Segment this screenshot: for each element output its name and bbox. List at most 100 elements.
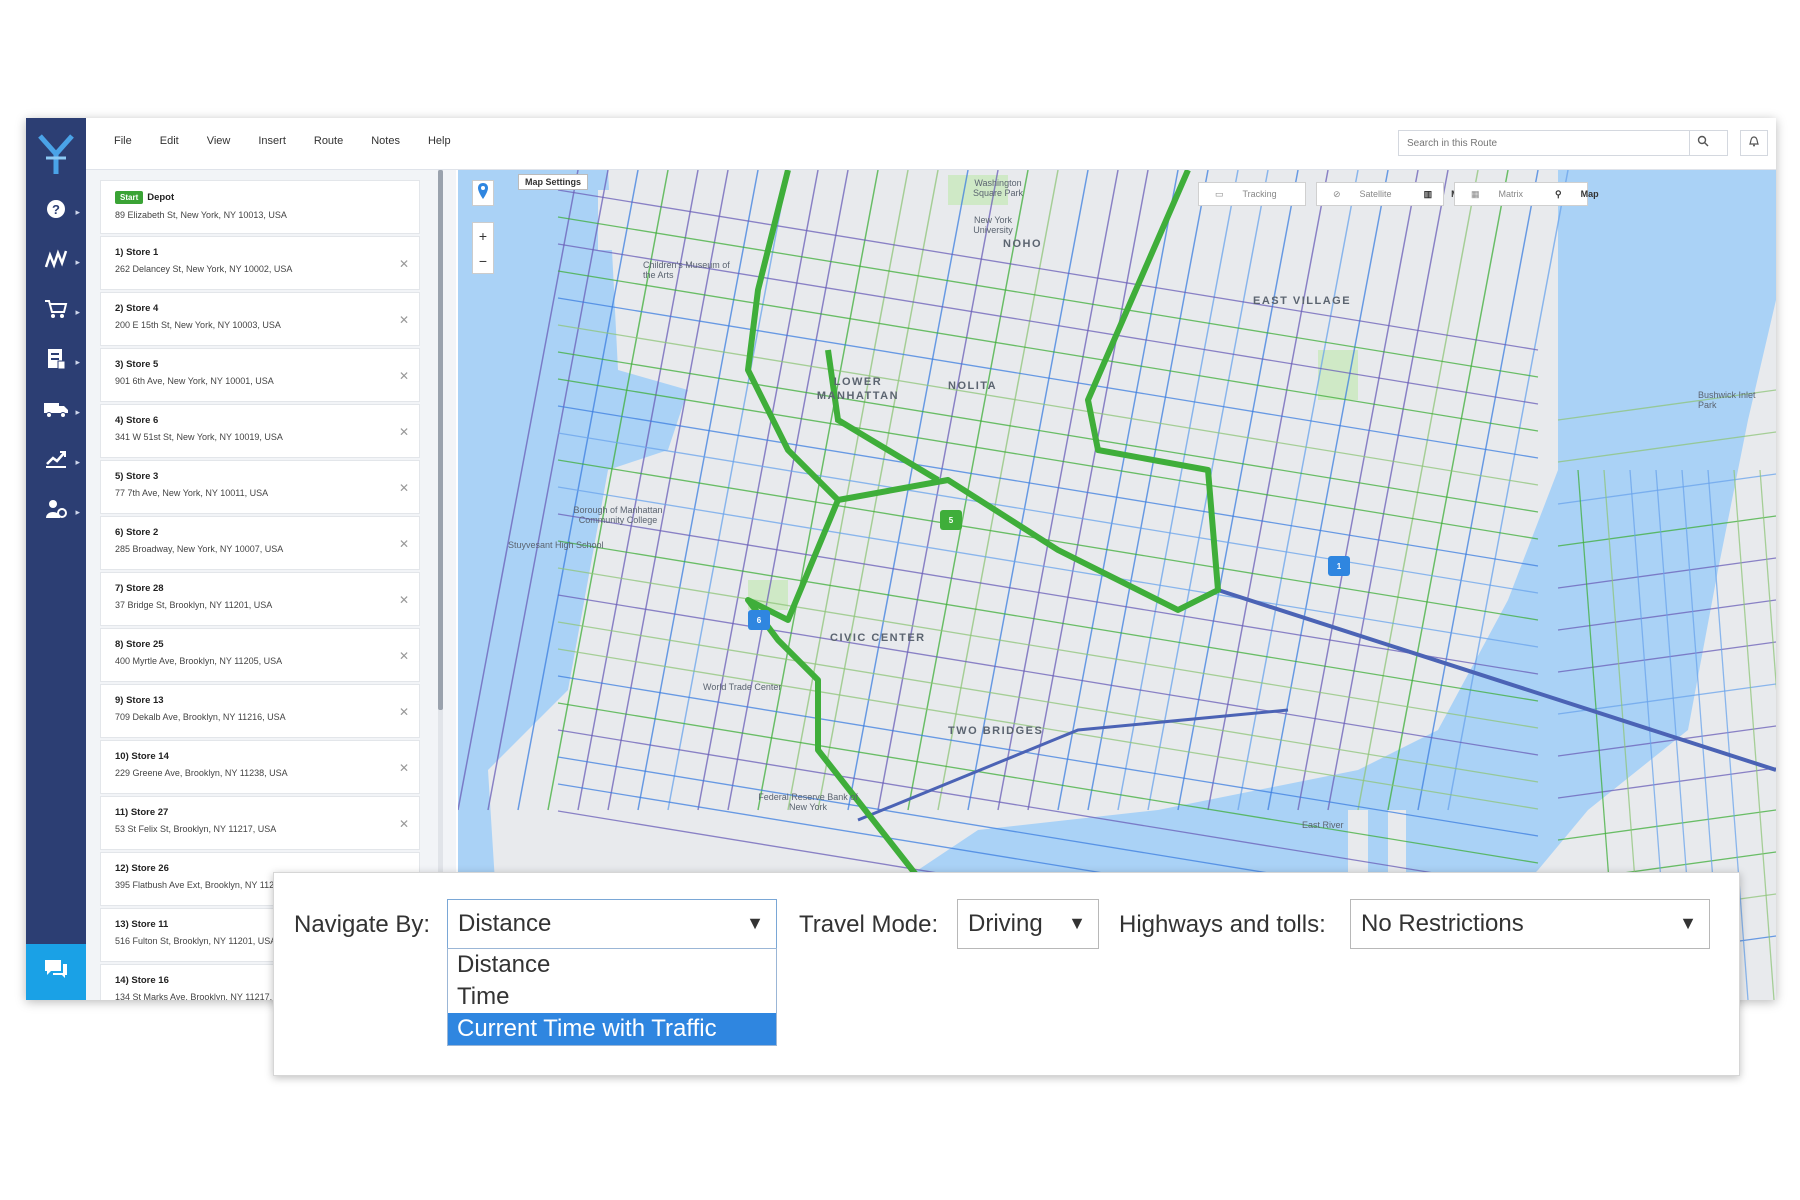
map-label-east-river: East River [1302, 820, 1344, 830]
tracking-toggle[interactable]: ▭ Tracking [1198, 182, 1306, 206]
remove-stop-icon[interactable]: ✕ [399, 817, 409, 831]
map-label-nolita: NOLITA [948, 380, 998, 392]
remove-stop-icon[interactable]: ✕ [399, 705, 409, 719]
analytics-icon [44, 449, 68, 475]
menu-file[interactable]: File [114, 135, 132, 147]
caret-icon: ▸ [75, 406, 80, 417]
stop-card[interactable]: 5) Store 3 77 7th Ave, New York, NY 1001… [100, 460, 420, 514]
tracking-icon: ▭ [1215, 188, 1224, 199]
route-marker[interactable]: 1 [1328, 556, 1350, 576]
stop-title: 10) Store 14 [115, 751, 169, 762]
cart-icon [44, 299, 68, 325]
remove-stop-icon[interactable]: ✕ [399, 593, 409, 607]
stop-card[interactable]: 3) Store 5 901 6th Ave, New York, NY 100… [100, 348, 420, 402]
stop-card[interactable]: 1) Store 1 262 Delancey St, New York, NY… [100, 236, 420, 290]
drop-pin-button[interactable] [472, 180, 494, 206]
highways-tolls-select[interactable]: No Restrictions ▼ [1350, 899, 1710, 949]
map-label-noho: NOHO [1003, 238, 1042, 250]
remove-stop-icon[interactable]: ✕ [399, 649, 409, 663]
stop-card[interactable]: 7) Store 28 37 Bridge St, Brooklyn, NY 1… [100, 572, 420, 626]
park [1318, 350, 1358, 400]
stop-card[interactable]: 11) Store 27 53 St Felix St, Brooklyn, N… [100, 796, 420, 850]
matrix-button[interactable]: ▦ Matrix [1455, 189, 1539, 200]
zoom-control: + − [472, 222, 494, 274]
stop-card[interactable]: 4) Store 6 341 W 51st St, New York, NY 1… [100, 404, 420, 458]
notifications-button[interactable] [1740, 130, 1768, 156]
stop-title: Start Depot [115, 191, 405, 204]
route-search-input[interactable] [1399, 131, 1689, 155]
stop-card[interactable]: 6) Store 2 285 Broadway, New York, NY 10… [100, 516, 420, 570]
help-icon: ? [46, 199, 66, 225]
stop-card-depot[interactable]: Start Depot 89 Elizabeth St, New York, N… [100, 180, 420, 234]
stop-card[interactable]: 8) Store 25 400 Myrtle Ave, Brooklyn, NY… [100, 628, 420, 682]
navigate-by-label: Navigate By: [294, 911, 431, 938]
stop-title: 1) Store 1 [115, 247, 159, 258]
app-window: ? ▸ ▸ ▸ ▸ ▸ ▸ ▸ File Edit View Insert Ro… [26, 118, 1776, 1000]
menu-route[interactable]: Route [314, 135, 343, 147]
tracking-toggle-label: ▭ Tracking [1199, 189, 1293, 200]
remove-stop-icon[interactable]: ✕ [399, 481, 409, 495]
stop-card[interactable]: 9) Store 13 709 Dekalb Ave, Brooklyn, NY… [100, 684, 420, 738]
map-pin-icon [478, 182, 488, 204]
remove-stop-icon[interactable]: ✕ [399, 369, 409, 383]
remove-stop-icon[interactable]: ✕ [399, 257, 409, 271]
search-button[interactable] [1689, 131, 1715, 155]
rail-orders[interactable]: ▸ [26, 342, 86, 382]
map-label-nyu: New York University [973, 215, 1013, 235]
navigate-option-time[interactable]: Time [448, 981, 776, 1013]
stop-address: 37 Bridge St, Brooklyn, NY 11201, USA [115, 600, 273, 610]
remove-stop-icon[interactable]: ✕ [399, 425, 409, 439]
rail-routes[interactable]: ▸ [26, 242, 86, 282]
navigate-option-distance[interactable]: Distance [448, 949, 776, 981]
bell-icon [1748, 134, 1760, 152]
stop-address: 901 6th Ave, New York, NY 10001, USA [115, 376, 274, 386]
map-settings-button[interactable]: Map Settings [518, 174, 589, 190]
map-view-button[interactable]: ⚲ Map [1539, 189, 1615, 200]
remove-stop-icon[interactable]: ✕ [399, 537, 409, 551]
map-label-east-village: EAST VILLAGE [1253, 295, 1352, 307]
stop-title: 3) Store 5 [115, 359, 159, 370]
rail-help[interactable]: ? ▸ [26, 192, 86, 232]
caret-icon: ▸ [75, 256, 80, 267]
travel-mode-select[interactable]: Driving ▼ [957, 899, 1099, 949]
travel-mode-value: Driving [968, 910, 1043, 937]
route4me-logo-icon[interactable] [34, 128, 78, 180]
remove-stop-icon[interactable]: ✕ [399, 313, 409, 327]
zoom-in-button[interactable]: + [479, 228, 487, 244]
stop-address: 77 7th Ave, New York, NY 10011, USA [115, 488, 269, 498]
caret-icon: ▸ [75, 456, 80, 467]
menubar: File Edit View Insert Route Notes Help [86, 118, 1776, 170]
route-marker[interactable]: 6 [748, 610, 770, 630]
chevron-down-icon: ▼ [1679, 913, 1697, 933]
chat-button[interactable] [26, 944, 86, 1000]
chevron-down-icon: ▼ [1068, 913, 1086, 933]
satellite-icon: ⊘ [1333, 188, 1341, 199]
remove-stop-icon[interactable]: ✕ [399, 761, 409, 775]
menu-help[interactable]: Help [428, 135, 451, 147]
menu-edit[interactable]: Edit [160, 135, 179, 147]
stop-title: 9) Store 13 [115, 695, 164, 706]
zoom-out-button[interactable]: − [479, 253, 487, 269]
rail-analytics[interactable]: ▸ [26, 442, 86, 482]
menu-notes[interactable]: Notes [371, 135, 400, 147]
menu-view[interactable]: View [207, 135, 231, 147]
stop-address: 200 E 15th St, New York, NY 10003, USA [115, 320, 281, 330]
stop-title-text: Depot [147, 192, 175, 203]
navigate-by-select[interactable]: Distance ▼ [447, 899, 777, 949]
rail-fleet[interactable]: ▸ [26, 392, 86, 432]
rail-team[interactable]: ▸ [26, 492, 86, 532]
menu-insert[interactable]: Insert [258, 135, 286, 147]
view-toggle: ▦ Matrix ⚲ Map [1454, 182, 1599, 206]
depot-marker[interactable]: 5 [940, 510, 962, 530]
svg-text:?: ? [52, 202, 60, 217]
stop-title: 4) Store 6 [115, 415, 159, 426]
stop-address: 262 Delancey St, New York, NY 10002, USA [115, 264, 293, 274]
satellite-button[interactable]: ⊘ Satellite [1317, 189, 1408, 200]
rail-cart[interactable]: ▸ [26, 292, 86, 332]
scrollbar-thumb[interactable] [438, 170, 443, 710]
stop-card[interactable]: 2) Store 4 200 E 15th St, New York, NY 1… [100, 292, 420, 346]
stop-address: 400 Myrtle Ave, Brooklyn, NY 11205, USA [115, 656, 283, 666]
navigate-option-traffic[interactable]: Current Time with Traffic [448, 1013, 776, 1045]
map-label-childrens-museum: Children's Museum of the Arts [643, 260, 730, 280]
stop-card[interactable]: 10) Store 14 229 Greene Ave, Brooklyn, N… [100, 740, 420, 794]
